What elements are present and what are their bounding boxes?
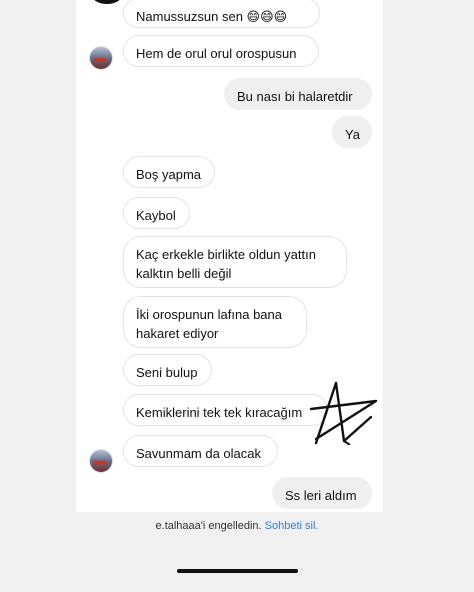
sender-avatar[interactable] — [89, 46, 113, 70]
delete-chat-link[interactable]: Sohbeti sil. — [265, 520, 319, 532]
message-bubble-incoming[interactable]: Kemiklerini tek tek kıracağım — [123, 394, 328, 426]
message-bubble-incoming[interactable]: Seni bulup — [123, 354, 212, 386]
sender-avatar[interactable] — [89, 449, 113, 473]
message-bubble-incoming[interactable]: Boş yapma — [123, 156, 215, 188]
star-scribble-drawing — [309, 381, 378, 445]
message-bubble-outgoing[interactable]: Ya — [332, 116, 372, 148]
message-bubble-incoming[interactable]: Kaç erkekle birlikte oldun yattın kalktı… — [123, 236, 347, 288]
blocked-text: e.talhaaa'i engelledin. — [155, 520, 262, 532]
message-bubble-incoming[interactable]: Hem de orul orul orospusun — [123, 35, 319, 67]
message-bubble-incoming[interactable]: Kaybol — [123, 197, 190, 229]
status-dot — [92, 0, 122, 4]
message-bubble-incoming[interactable]: Namussuzsun sen 😄😄😄 — [123, 0, 320, 28]
message-bubble-incoming[interactable]: İki orospunun lafına bana hakaret ediyor — [123, 296, 307, 348]
home-indicator[interactable] — [177, 569, 298, 573]
blocked-notice: e.talhaaa'i engelledin. Sohbeti sil. — [0, 520, 474, 532]
message-bubble-outgoing[interactable]: Bu nası bi halaretdir — [224, 78, 372, 110]
message-bubble-incoming[interactable]: Savunmam da olacak — [123, 435, 278, 467]
message-bubble-outgoing[interactable]: Ss leri aldım — [272, 477, 372, 509]
